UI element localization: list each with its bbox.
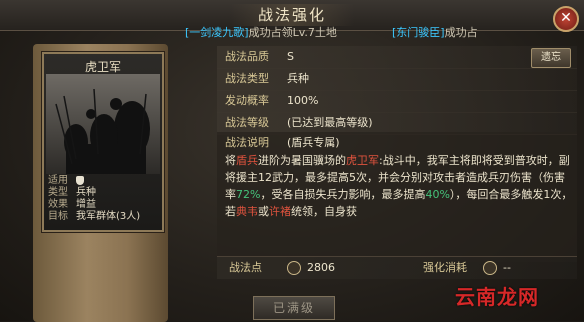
max-level-button[interactable]: 已满级 xyxy=(253,296,335,320)
points-bar: 战法点 2806 强化消耗 -- xyxy=(217,256,577,279)
upgrade-cost-value: -- xyxy=(503,261,511,274)
level-label: 战法等级 xyxy=(225,116,269,129)
broadcast-text: 成功占 xyxy=(444,26,478,39)
tactic-card: 虎卫军 适用 类型 兵种 效果 增益 目标 我军群体(3人) xyxy=(42,52,164,232)
type-row: 战法类型 兵种 xyxy=(217,68,577,91)
broadcast-message: [东门骏臣]成功占 xyxy=(392,24,478,40)
shield-icon xyxy=(76,176,84,185)
page-title: 战法强化 xyxy=(230,4,354,26)
type-label: 战法类型 xyxy=(225,72,269,85)
level-value: (已达到最高等级) xyxy=(287,116,373,129)
upgrade-cost-label: 强化消耗 xyxy=(423,261,467,274)
quality-value: S xyxy=(287,50,294,63)
coin-icon xyxy=(287,261,301,275)
info-row: 效果 增益 xyxy=(48,199,160,211)
quality-row: 战法品质 S 遗忘 xyxy=(217,46,577,69)
card-title: 虎卫军 xyxy=(84,60,121,74)
info-value: 增益 xyxy=(76,199,96,210)
coin-icon xyxy=(483,261,497,275)
broadcast-player: [一剑凌九歌] xyxy=(185,26,249,39)
type-value: 兵种 xyxy=(287,72,309,85)
forget-button[interactable]: 遗忘 xyxy=(531,48,571,68)
quality-label: 战法品质 xyxy=(225,50,269,63)
info-value: 我军群体(3人) xyxy=(76,211,141,222)
soldiers-artwork xyxy=(46,74,160,174)
info-key: 适用 xyxy=(48,175,68,186)
tactic-points-label: 战法点 xyxy=(229,261,262,274)
description-text: 将盾兵进阶为暑国骥场的虎卫军:战斗中，我军主将即将受到普攻时，副将援主12武力，… xyxy=(225,154,573,218)
broadcast-message: [一剑凌九歌]成功占领Lv.7土地 xyxy=(185,24,337,40)
info-row: 目标 我军群体(3人) xyxy=(48,211,160,223)
card-info: 适用 类型 兵种 效果 增益 目标 我军群体(3人) xyxy=(48,175,160,223)
rate-value: 100% xyxy=(287,94,319,107)
description-subtitle: (盾兵专属) xyxy=(287,136,340,149)
watermark-logo: 云南龙网 xyxy=(455,285,539,309)
info-value: 兵种 xyxy=(76,187,96,198)
broadcast-text: 成功占领Lv.7土地 xyxy=(248,26,337,39)
info-key: 效果 xyxy=(48,199,68,210)
description-panel[interactable]: 战法说明 (盾兵专属) 将盾兵进阶为暑国骥场的虎卫军:战斗中，我军主将即将受到普… xyxy=(217,132,577,262)
close-button[interactable]: ✕ xyxy=(553,6,579,32)
info-row: 适用 xyxy=(48,175,160,187)
info-row: 类型 兵种 xyxy=(48,187,160,199)
rate-label: 发动概率 xyxy=(225,94,269,107)
rate-row: 发动概率 100% xyxy=(217,90,577,113)
info-key: 类型 xyxy=(48,187,68,198)
tactic-points-value: 2806 xyxy=(307,261,335,274)
description-label: 战法说明 xyxy=(225,136,269,149)
broadcast-player: [东门骏臣] xyxy=(392,26,445,39)
close-icon: ✕ xyxy=(560,10,572,26)
info-key: 目标 xyxy=(48,211,68,222)
tactic-details: 战法品质 S 遗忘 战法类型 兵种 发动概率 100% 战法等级 (已达到最高等… xyxy=(217,46,577,262)
